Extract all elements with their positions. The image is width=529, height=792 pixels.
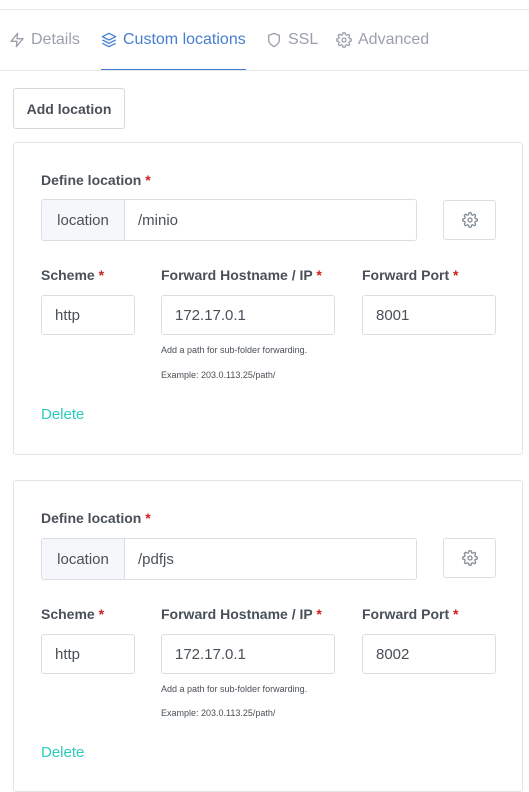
tab-ssl-label: SSL — [288, 30, 319, 48]
forward-port-label: Forward Port * — [362, 267, 459, 283]
tab-details-label: Details — [31, 30, 80, 48]
delete-location-link[interactable]: Delete — [41, 406, 84, 423]
forward-port-input[interactable] — [362, 295, 496, 335]
tab-custom-locations-label: Custom locations — [123, 30, 246, 48]
location-path-input[interactable] — [125, 200, 416, 240]
location-path-input[interactable] — [125, 539, 416, 579]
hostname-hint: Add a path for sub-folder forwarding. — [161, 684, 308, 694]
tab-ssl[interactable]: SSL — [266, 10, 318, 69]
layers-icon — [101, 32, 123, 48]
forward-hostname-label: Forward Hostname / IP * — [161, 267, 322, 283]
forward-hostname-input[interactable] — [161, 634, 335, 674]
location-prefix: location — [42, 200, 125, 240]
define-location-label: Define location * — [41, 172, 151, 188]
forward-hostname-label: Forward Hostname / IP * — [161, 606, 322, 622]
forward-port-label: Forward Port * — [362, 606, 459, 622]
location-card: Define location * location Scheme * Forw… — [13, 142, 523, 455]
scheme-input[interactable] — [41, 634, 135, 674]
shield-icon — [266, 32, 288, 48]
scheme-input[interactable] — [41, 295, 135, 335]
scheme-label: Scheme * — [41, 606, 105, 622]
define-location-label: Define location * — [41, 510, 151, 526]
lightning-icon — [9, 32, 31, 48]
location-settings-button[interactable] — [443, 538, 496, 578]
hostname-hint: Add a path for sub-folder forwarding. — [161, 345, 308, 355]
location-prefix: location — [42, 539, 125, 579]
tab-details[interactable]: Details — [9, 10, 80, 69]
scheme-label: Scheme * — [41, 267, 105, 283]
tab-custom-locations[interactable]: Custom locations — [101, 10, 246, 70]
gear-icon — [461, 550, 478, 566]
tab-advanced-label: Advanced — [358, 30, 430, 48]
gear-icon — [461, 212, 478, 228]
hostname-example: Example: 203.0.113.25/path/ — [161, 708, 276, 718]
add-location-button[interactable]: Add location — [13, 88, 125, 129]
delete-location-link[interactable]: Delete — [41, 744, 84, 761]
location-path-group: location — [41, 199, 417, 241]
location-card: Define location * location Scheme * Forw… — [13, 480, 523, 792]
location-path-group: location — [41, 538, 417, 580]
hostname-example: Example: 203.0.113.25/path/ — [161, 370, 276, 380]
gear-icon — [336, 31, 358, 48]
forward-hostname-input[interactable] — [161, 295, 335, 335]
tab-bar: Details Custom locations SSL Advanced — [0, 10, 529, 71]
forward-port-input[interactable] — [362, 634, 496, 674]
tab-advanced[interactable]: Advanced — [336, 10, 429, 69]
location-settings-button[interactable] — [443, 200, 496, 240]
